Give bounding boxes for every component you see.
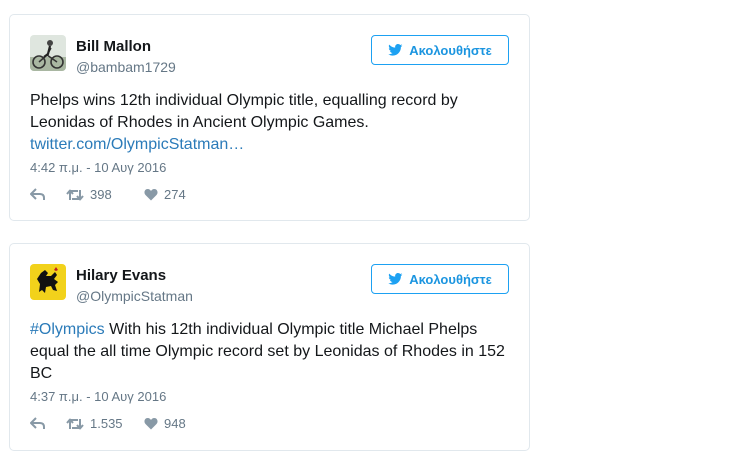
tweet-card: Bill Mallon @bambam1729 Ακολουθήστε Phel… <box>9 14 530 221</box>
tweet-timestamp[interactable]: 4:42 π.μ. - 10 Αυγ 2016 <box>30 160 166 175</box>
like-button[interactable]: 948 <box>144 416 186 431</box>
tweet-link[interactable]: twitter.com/OlympicStatman… <box>30 136 244 153</box>
follow-button[interactable]: Ακολουθήστε <box>371 35 509 65</box>
retweet-count: 1.535 <box>90 416 123 431</box>
lion-emblem-icon <box>30 264 66 300</box>
avatar[interactable] <box>30 35 66 71</box>
cyclist-photo-icon <box>30 35 66 71</box>
reply-icon <box>30 187 45 200</box>
tweet-body: Phelps wins 12th individual Olympic titl… <box>30 92 458 131</box>
heart-icon <box>144 189 158 201</box>
tweet-actions: 398 274 <box>30 187 186 202</box>
reply-icon <box>30 416 45 429</box>
like-count: 274 <box>164 187 186 202</box>
twitter-bird-icon <box>388 273 403 285</box>
follow-button[interactable]: Ακολουθήστε <box>371 264 509 294</box>
retweet-icon <box>66 418 84 429</box>
hashtag-link[interactable]: #Olympics <box>30 321 105 338</box>
reply-button[interactable] <box>30 187 66 202</box>
follow-label: Ακολουθήστε <box>409 271 492 287</box>
avatar[interactable] <box>30 264 66 300</box>
tweet-timestamp[interactable]: 4:37 π.μ. - 10 Αυγ 2016 <box>30 389 166 404</box>
tweet-card: Hilary Evans @OlympicStatman Ακολουθήστε… <box>9 243 530 451</box>
author-name[interactable]: Bill Mallon <box>76 38 151 55</box>
like-button[interactable]: 274 <box>144 187 186 202</box>
author-handle[interactable]: @OlympicStatman <box>76 288 193 304</box>
heart-icon <box>144 418 158 430</box>
tweet-actions: 1.535 948 <box>30 416 186 431</box>
like-count: 948 <box>164 416 186 431</box>
twitter-bird-icon <box>388 44 403 56</box>
retweet-button[interactable]: 1.535 <box>66 416 144 431</box>
author-handle[interactable]: @bambam1729 <box>76 59 176 75</box>
follow-label: Ακολουθήστε <box>409 42 492 58</box>
retweet-button[interactable]: 398 <box>66 187 144 202</box>
tweet-text: #Olympics With his 12th individual Olymp… <box>30 319 510 385</box>
tweet-text: Phelps wins 12th individual Olympic titl… <box>30 90 510 156</box>
retweet-count: 398 <box>90 187 112 202</box>
retweet-icon <box>66 189 84 200</box>
author-name[interactable]: Hilary Evans <box>76 267 166 284</box>
reply-button[interactable] <box>30 416 66 431</box>
